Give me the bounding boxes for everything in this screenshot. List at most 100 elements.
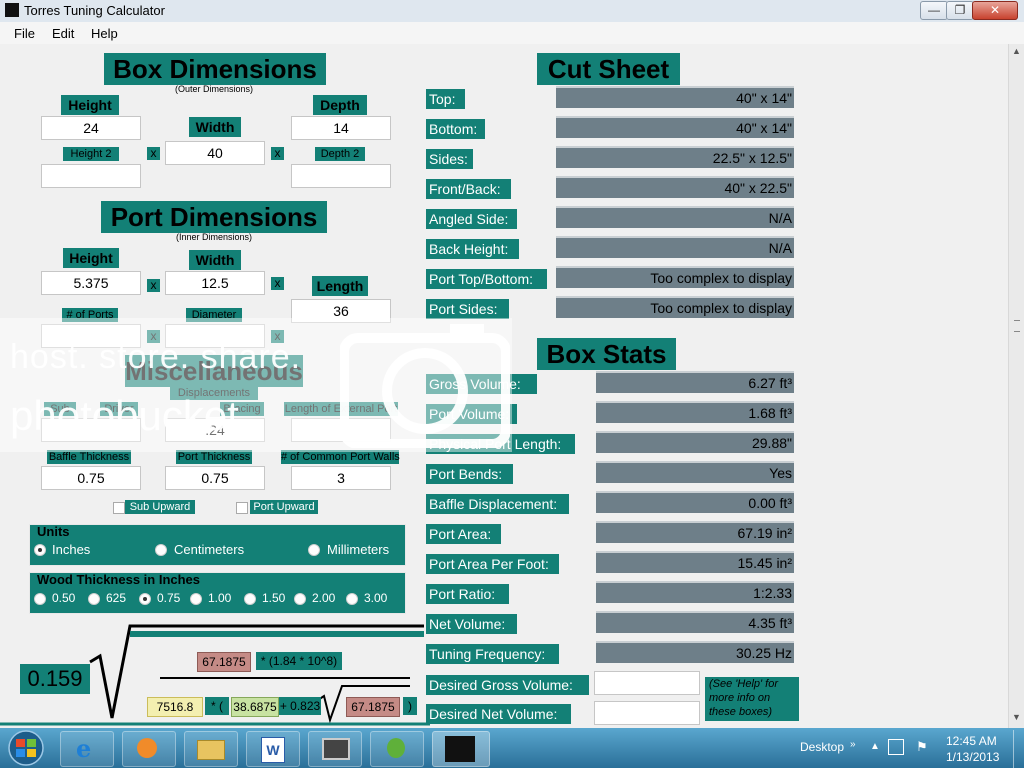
multiply-sign: x bbox=[271, 147, 284, 160]
cut-sheet-row-value: N/A bbox=[556, 206, 794, 228]
common-port-walls-input[interactable]: 3 bbox=[291, 466, 391, 490]
box-stats-row-label: Net Volume: bbox=[426, 614, 517, 634]
box-stats-row-value: 6.27 ft³ bbox=[596, 371, 794, 393]
units-centimeters-label[interactable]: Centimeters bbox=[174, 542, 244, 557]
port-dimensions-heading: Port Dimensions bbox=[101, 201, 327, 233]
wood-150-radio[interactable] bbox=[244, 593, 256, 605]
taskbar-messenger-icon[interactable] bbox=[370, 731, 424, 767]
box-stats-row-value: 67.19 in² bbox=[596, 521, 794, 543]
cut-sheet-row-value: Too complex to display bbox=[556, 266, 794, 288]
taskbar-word-icon[interactable]: W bbox=[246, 731, 300, 767]
box-stats-row-label: Port Area Per Foot: bbox=[426, 554, 559, 574]
desired-net-volume-input[interactable] bbox=[594, 701, 700, 725]
wood-075-radio[interactable] bbox=[139, 593, 151, 605]
wood-625-label[interactable]: 625 bbox=[106, 591, 126, 605]
taskbar-torres-app-icon[interactable] bbox=[432, 731, 490, 767]
baffle-thickness-input[interactable]: 0.75 bbox=[41, 466, 141, 490]
wood-300-label[interactable]: 3.00 bbox=[364, 591, 387, 605]
menu-bar: File Edit Help bbox=[0, 22, 1024, 44]
menu-file[interactable]: File bbox=[14, 26, 35, 41]
close-button[interactable]: ✕ bbox=[972, 1, 1018, 20]
wood-075-label[interactable]: 0.75 bbox=[157, 591, 180, 605]
port-width-input[interactable]: 12.5 bbox=[165, 271, 265, 295]
vertical-scrollbar[interactable]: ▲ ▼ bbox=[1008, 44, 1024, 728]
wood-050-radio[interactable] bbox=[34, 593, 46, 605]
scroll-down-icon[interactable]: ▼ bbox=[1011, 712, 1022, 723]
box-height-label: Height bbox=[61, 95, 119, 115]
box-depth-input[interactable]: 14 bbox=[291, 116, 391, 140]
box-width-input[interactable]: 40 bbox=[165, 141, 265, 165]
units-millimeters-radio[interactable] bbox=[308, 544, 320, 556]
scroll-up-icon[interactable]: ▲ bbox=[1011, 46, 1022, 57]
sub-upward-checkbox[interactable] bbox=[113, 502, 125, 514]
taskbar-explorer-icon[interactable] bbox=[184, 731, 238, 767]
multiply-sign: x bbox=[147, 147, 160, 160]
desired-gross-volume-input[interactable] bbox=[594, 671, 700, 695]
menu-edit[interactable]: Edit bbox=[52, 26, 74, 41]
formula-op1: * ( bbox=[205, 697, 229, 715]
clock-date[interactable]: 1/13/2013 bbox=[946, 750, 999, 764]
box-depth2-label: Depth 2 bbox=[315, 147, 365, 161]
wood-200-radio[interactable] bbox=[294, 593, 306, 605]
box-dimensions-heading: Box Dimensions bbox=[104, 53, 326, 85]
wood-625-radio[interactable] bbox=[88, 593, 100, 605]
start-button-icon[interactable] bbox=[4, 729, 48, 767]
wood-100-label[interactable]: 1.00 bbox=[208, 591, 231, 605]
action-center-flag-icon[interactable]: ⚑ bbox=[916, 739, 928, 755]
desktop-toolbar-chevron-icon[interactable]: » bbox=[850, 739, 856, 750]
port-height-input[interactable]: 5.375 bbox=[41, 271, 141, 295]
wood-300-radio[interactable] bbox=[346, 593, 358, 605]
port-height-label: Height bbox=[63, 248, 119, 268]
show-desktop-button[interactable] bbox=[1013, 730, 1024, 768]
cut-sheet-row-value: 40" x 14" bbox=[556, 86, 794, 108]
desired-gross-volume-label: Desired Gross Volume: bbox=[426, 675, 589, 695]
minimize-button[interactable]: — bbox=[920, 1, 948, 20]
menu-help[interactable]: Help bbox=[91, 26, 118, 41]
sub-upward-label[interactable]: Sub Upward bbox=[125, 500, 195, 514]
clock-time[interactable]: 12:45 AM bbox=[946, 734, 997, 748]
taskbar-media-player-icon[interactable] bbox=[122, 731, 176, 767]
baffle-thickness-label: Baffle Thickness bbox=[47, 450, 131, 464]
box-height2-input[interactable] bbox=[41, 164, 141, 188]
box-depth-label: Depth bbox=[313, 95, 367, 115]
box-stats-row-value: 1:2.33 bbox=[596, 581, 794, 603]
cut-sheet-row-label: Angled Side: bbox=[426, 209, 517, 229]
taskbar-ie-icon[interactable]: e bbox=[60, 731, 114, 767]
units-inches-label[interactable]: Inches bbox=[52, 542, 90, 557]
formula-close-paren: ) bbox=[403, 697, 417, 715]
title-bar: Torres Tuning Calculator — ❐ ✕ bbox=[0, 0, 1024, 23]
taskbar-remote-desktop-icon[interactable] bbox=[308, 731, 362, 767]
units-centimeters-radio[interactable] bbox=[155, 544, 167, 556]
box-stats-row-value: 1.68 ft³ bbox=[596, 401, 794, 423]
wood-050-label[interactable]: 0.50 bbox=[52, 591, 75, 605]
formula-op2: + 0.823 bbox=[279, 697, 321, 715]
wood-200-label[interactable]: 2.00 bbox=[312, 591, 335, 605]
maximize-button[interactable]: ❐ bbox=[946, 1, 974, 20]
cut-sheet-row-label: Front/Back: bbox=[426, 179, 511, 199]
tray-expand-icon[interactable]: ▲ bbox=[870, 741, 880, 752]
scroll-thumb-grip[interactable] bbox=[1014, 320, 1020, 332]
box-depth2-input[interactable] bbox=[291, 164, 391, 188]
port-thickness-input[interactable]: 0.75 bbox=[165, 466, 265, 490]
box-stats-heading: Box Stats bbox=[537, 338, 676, 370]
formula-factor: * (1.84 * 10^8) bbox=[256, 652, 342, 670]
cut-sheet-row-value: Too complex to display bbox=[556, 296, 794, 318]
formula-volume-value: 7516.8 bbox=[147, 697, 203, 717]
cut-sheet-row-label: Back Height: bbox=[426, 239, 519, 259]
box-stats-row-label: Tuning Frequency: bbox=[426, 644, 559, 664]
port-upward-checkbox[interactable] bbox=[236, 502, 248, 514]
desktop-toolbar-label[interactable]: Desktop bbox=[800, 740, 844, 754]
box-height-input[interactable]: 24 bbox=[41, 116, 141, 140]
wood-100-radio[interactable] bbox=[190, 593, 202, 605]
formula-port-area-bottom: 67.1875 bbox=[346, 697, 400, 717]
units-millimeters-label[interactable]: Millimeters bbox=[327, 542, 389, 557]
box-stats-row-value: Yes bbox=[596, 461, 794, 483]
cut-sheet-row-value: 40" x 14" bbox=[556, 116, 794, 138]
units-inches-radio[interactable] bbox=[34, 544, 46, 556]
network-icon[interactable] bbox=[888, 739, 904, 755]
box-stats-row-value: 15.45 in² bbox=[596, 551, 794, 573]
cut-sheet-row-label: Port Top/Bottom: bbox=[426, 269, 547, 289]
wood-150-label[interactable]: 1.50 bbox=[262, 591, 285, 605]
wood-thickness-group-title: Wood Thickness in Inches bbox=[37, 572, 201, 587]
port-upward-label[interactable]: Port Upward bbox=[250, 500, 318, 514]
